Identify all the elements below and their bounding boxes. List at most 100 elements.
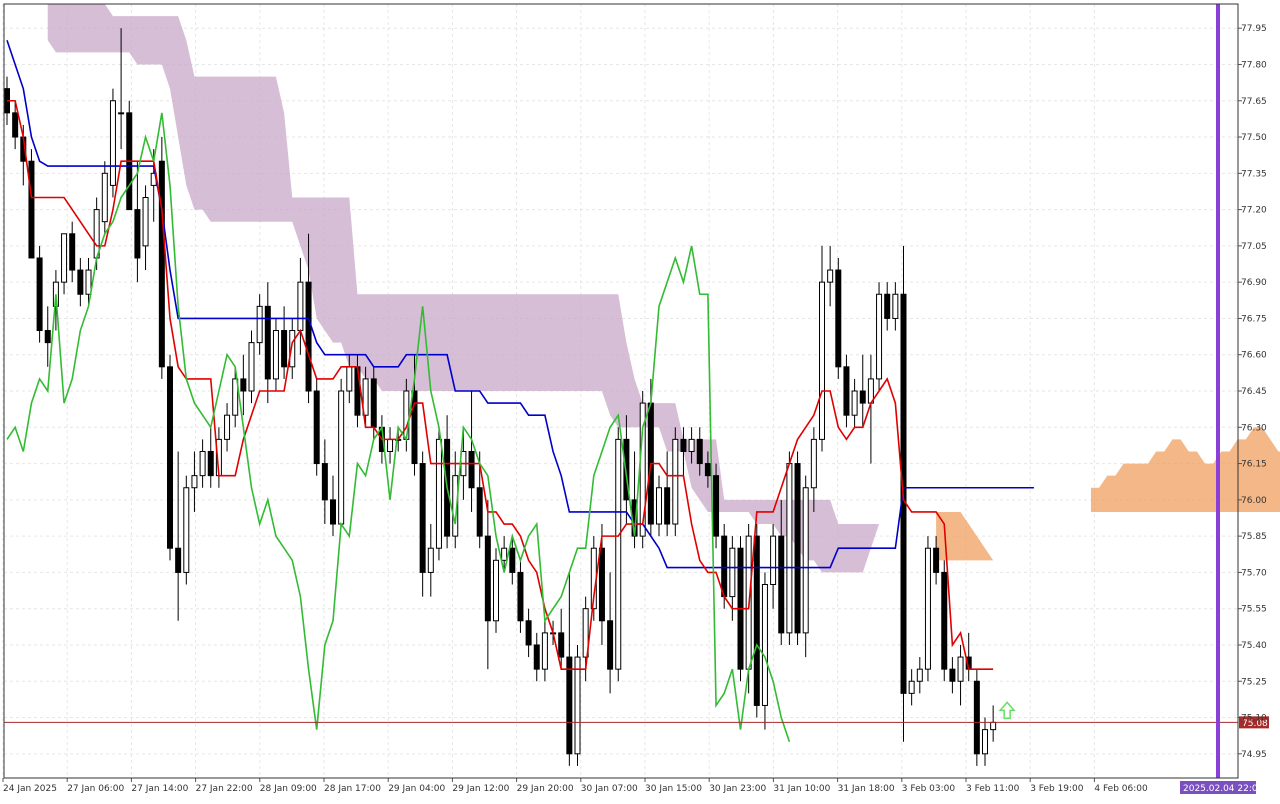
candle-body[interactable] <box>819 281 825 440</box>
candle-body[interactable] <box>794 463 801 634</box>
candle-body[interactable] <box>876 293 883 380</box>
candle-body[interactable] <box>109 100 116 186</box>
candle-body[interactable] <box>884 293 891 319</box>
y-tick-label: 75.25 <box>1241 677 1267 687</box>
candle-body[interactable] <box>957 656 964 682</box>
candle-body[interactable] <box>533 644 540 670</box>
candle-body[interactable] <box>770 535 777 585</box>
candle-body[interactable] <box>778 535 785 634</box>
candle-body[interactable] <box>175 547 182 573</box>
candle-body[interactable] <box>158 160 165 368</box>
candle-body[interactable] <box>484 535 491 622</box>
ichimoku-chart[interactable]: 75.082025.02.04 22:00 77.9577.8077.6577.… <box>0 0 1280 800</box>
candle-body[interactable] <box>183 487 190 573</box>
candle-body[interactable] <box>305 281 312 392</box>
candle-body[interactable] <box>387 438 394 452</box>
chart-root[interactable]: 75.08 2025.02.04 22:00 77.95 77.80 77.65 77.… <box>0 0 1280 800</box>
candle-body[interactable] <box>990 721 997 731</box>
candle-body[interactable] <box>419 463 426 573</box>
candle-body[interactable] <box>224 414 231 440</box>
candle-body[interactable] <box>370 378 377 428</box>
candle-body[interactable] <box>802 487 809 634</box>
candle-body[interactable] <box>468 450 475 489</box>
candle-body[interactable] <box>786 463 793 634</box>
candle-body[interactable] <box>656 487 662 525</box>
candle-body[interactable] <box>851 390 858 416</box>
candle-body[interactable] <box>949 668 956 682</box>
candle-body[interactable] <box>77 269 84 295</box>
y-tick-label: 77.35 <box>1241 169 1267 179</box>
candle-body[interactable] <box>493 559 499 622</box>
candle-body[interactable] <box>281 330 288 368</box>
candle-body[interactable] <box>680 438 687 452</box>
candle-body[interactable] <box>827 269 834 283</box>
candle-body[interactable] <box>501 547 508 561</box>
candle-body[interactable] <box>916 668 923 682</box>
candle-body[interactable] <box>696 438 703 465</box>
candle-body[interactable] <box>908 680 915 694</box>
candle-body[interactable] <box>142 197 149 247</box>
candle-body[interactable] <box>859 390 866 404</box>
candle-body[interactable] <box>134 209 141 259</box>
candle-body[interactable] <box>517 571 524 622</box>
candle-body[interactable] <box>607 620 614 670</box>
candle-body[interactable] <box>264 305 271 380</box>
candle-body[interactable] <box>541 632 548 670</box>
candle-body[interactable] <box>101 172 108 223</box>
candle-body[interactable] <box>44 330 51 344</box>
x-tick-label: 3 Feb 03:00 <box>902 784 956 794</box>
candle-body[interactable] <box>69 233 76 271</box>
candle-body[interactable] <box>338 390 345 525</box>
candle-body[interactable] <box>61 233 68 283</box>
y-tick-label: 76.30 <box>1241 423 1267 433</box>
candle-body[interactable] <box>411 390 418 465</box>
candle-body[interactable] <box>933 547 940 573</box>
candle-body[interactable] <box>248 342 255 392</box>
candle-body[interactable] <box>688 438 695 452</box>
candle-body[interactable] <box>12 112 19 138</box>
candle-body[interactable] <box>598 547 605 622</box>
candle-body[interactable] <box>892 293 899 319</box>
candle-body[interactable] <box>272 330 279 380</box>
candle-body[interactable] <box>118 112 125 115</box>
candle-body[interactable] <box>321 463 328 501</box>
candle-body[interactable] <box>810 438 817 489</box>
candle-body[interactable] <box>427 547 434 573</box>
candle-body[interactable] <box>330 499 336 525</box>
candle-body[interactable] <box>558 632 565 658</box>
candle-body[interactable] <box>729 547 736 598</box>
candle-body[interactable] <box>313 390 320 465</box>
candle-body[interactable] <box>704 463 711 477</box>
y-tick-label: 77.95 <box>1241 24 1267 34</box>
candle-body[interactable] <box>721 535 728 598</box>
candle-body[interactable] <box>761 584 768 706</box>
candle-body[interactable] <box>982 729 988 755</box>
candle-body[interactable] <box>672 438 679 525</box>
candle-body[interactable] <box>435 438 442 549</box>
candle-body[interactable] <box>713 475 720 537</box>
candle-body[interactable] <box>199 450 206 477</box>
candle-body[interactable] <box>191 475 198 489</box>
candle-body[interactable] <box>753 535 760 706</box>
candle-body[interactable] <box>843 366 850 416</box>
candle-body[interactable] <box>476 487 483 537</box>
candle-body[interactable] <box>36 257 43 332</box>
candle-body[interactable] <box>256 305 263 344</box>
candle-body[interactable] <box>509 547 516 573</box>
candle-body[interactable] <box>525 620 532 646</box>
candle-body[interactable] <box>207 450 214 477</box>
candle-body[interactable] <box>615 438 622 670</box>
candle-body[interactable] <box>85 269 92 295</box>
candle-body[interactable] <box>28 160 35 259</box>
candle-body[interactable] <box>346 366 353 392</box>
candle-body[interactable] <box>574 656 581 755</box>
candle-body[interactable] <box>924 547 931 670</box>
candle-body[interactable] <box>566 656 573 755</box>
candle-body[interactable] <box>167 366 173 549</box>
candle-body[interactable] <box>240 378 247 392</box>
candle-body[interactable] <box>664 487 671 525</box>
candle-body[interactable] <box>297 281 304 332</box>
candle-body[interactable] <box>835 269 842 368</box>
candle-body[interactable] <box>941 571 948 670</box>
candle-body[interactable] <box>973 680 980 755</box>
